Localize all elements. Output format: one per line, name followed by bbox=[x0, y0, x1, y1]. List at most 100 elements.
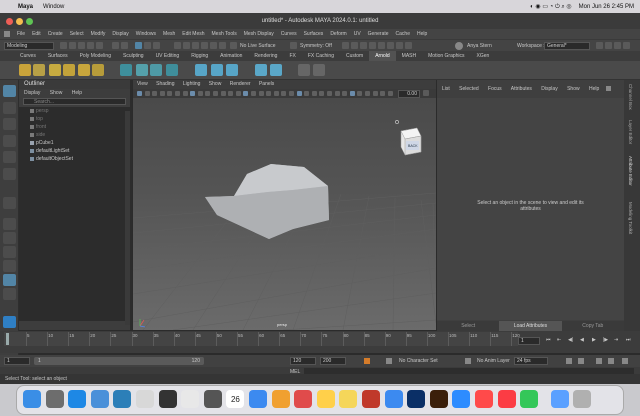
menu-edit-mesh[interactable]: Edit Mesh bbox=[182, 31, 204, 37]
sound-icon[interactable] bbox=[578, 358, 584, 364]
panel-toggle-icon-3[interactable] bbox=[614, 42, 621, 49]
ae-load-attributes-button[interactable]: Load Attributes bbox=[499, 321, 562, 331]
panel-toggle-icon-1[interactable] bbox=[596, 42, 603, 49]
app-icon-3[interactable] bbox=[316, 390, 335, 408]
shelf-menu-icon[interactable] bbox=[0, 51, 14, 61]
mac-app-name[interactable]: Maya bbox=[18, 4, 33, 10]
shelf-tab-curves[interactable]: Curves bbox=[14, 51, 42, 61]
play-forward-icon[interactable]: ▶ bbox=[592, 337, 596, 343]
arnold-render-icon[interactable] bbox=[387, 42, 394, 49]
viewport-field-icon[interactable] bbox=[423, 90, 429, 96]
viewport-tool-icon[interactable] bbox=[137, 91, 142, 96]
mesh-light-icon[interactable] bbox=[63, 64, 75, 76]
notes-icon[interactable] bbox=[339, 390, 358, 408]
select-by-type-icon[interactable] bbox=[135, 42, 142, 49]
viewport-tool-icon[interactable] bbox=[243, 91, 249, 96]
current-frame-field[interactable]: 1 bbox=[518, 337, 540, 345]
shelf-tab-fx-caching[interactable]: FX Caching bbox=[302, 51, 340, 61]
menu-file[interactable]: File bbox=[17, 31, 25, 37]
viewport-canvas[interactable]: BACK persp bbox=[133, 98, 436, 330]
zoom-window-button[interactable] bbox=[26, 18, 33, 25]
outliner-item[interactable]: front bbox=[19, 123, 130, 131]
time-slider[interactable]: 5 10 15 20 25 30 35 40 45 50 55 60 65 70 75 80 85 90 95 100… bbox=[0, 331, 640, 353]
viewport-tool-icon[interactable] bbox=[251, 91, 256, 96]
panel-toggle-icon-2[interactable] bbox=[605, 42, 612, 49]
bake-icon[interactable] bbox=[255, 64, 267, 76]
curve-collector-icon[interactable] bbox=[150, 64, 162, 76]
viewport-tool-icon[interactable] bbox=[349, 91, 355, 96]
ae-menu-show[interactable]: Show bbox=[567, 86, 580, 92]
snap-point-icon[interactable] bbox=[192, 42, 199, 49]
auto-key-icon[interactable] bbox=[364, 358, 370, 364]
anim-layer-icon[interactable] bbox=[465, 358, 471, 364]
menu-mesh[interactable]: Mesh bbox=[163, 31, 175, 37]
shelf-tab-surfaces[interactable]: Surfaces bbox=[42, 51, 74, 61]
viewport-tool-icon[interactable] bbox=[296, 91, 302, 96]
menu-cache[interactable]: Cache bbox=[396, 31, 410, 37]
layout-two-icon[interactable] bbox=[3, 246, 16, 258]
photoshop-icon[interactable] bbox=[407, 390, 426, 408]
viewport-tool-icon[interactable] bbox=[304, 91, 310, 96]
rotate-tool-icon[interactable] bbox=[3, 151, 16, 163]
viewport-tool-icon[interactable] bbox=[281, 91, 287, 96]
scale-tool-icon[interactable] bbox=[3, 168, 16, 180]
launchpad-icon[interactable] bbox=[45, 390, 64, 408]
viewport-tool-icon[interactable] bbox=[175, 91, 180, 96]
viewport-tool-icon[interactable] bbox=[289, 91, 294, 96]
shelf-tab-arnold[interactable]: Arnold bbox=[369, 51, 396, 61]
viewport-tool-icon[interactable] bbox=[190, 91, 196, 96]
chrome-icon[interactable] bbox=[181, 390, 200, 408]
illustrator-icon[interactable] bbox=[429, 390, 448, 408]
shelf-tab-poly-modeling[interactable]: Poly Modeling bbox=[74, 51, 117, 61]
move-tool-icon[interactable] bbox=[3, 135, 16, 147]
workspace-dropdown[interactable]: General* bbox=[544, 42, 590, 50]
viewport-tool-icon[interactable] bbox=[266, 91, 272, 96]
viewport-tool-icon[interactable] bbox=[228, 91, 234, 96]
outliner-item[interactable]: defaultLightSet bbox=[19, 147, 130, 155]
export-icon[interactable] bbox=[270, 64, 282, 76]
menu-modify[interactable]: Modify bbox=[91, 31, 106, 37]
range-end-field[interactable]: 120 bbox=[290, 357, 316, 365]
outliner-scrollbar[interactable] bbox=[125, 111, 130, 325]
viewport-tool-icon[interactable] bbox=[152, 91, 158, 96]
viewport-tool-icon[interactable] bbox=[213, 91, 218, 96]
range-bar[interactable]: 1 120 bbox=[34, 357, 204, 365]
viewport-tool-icon[interactable] bbox=[144, 91, 150, 96]
viewport-tool-icon[interactable] bbox=[380, 91, 386, 96]
outliner-item[interactable]: side bbox=[19, 131, 130, 139]
license-icon[interactable] bbox=[298, 64, 310, 76]
acrobat-icon[interactable] bbox=[362, 390, 380, 408]
lasso-tool-icon[interactable] bbox=[3, 102, 16, 114]
viewport-tool-icon[interactable] bbox=[357, 91, 363, 96]
downloads-icon[interactable] bbox=[550, 390, 569, 408]
minimize-window-button[interactable] bbox=[16, 18, 23, 25]
menu-generate[interactable]: Generate bbox=[368, 31, 389, 37]
facetime-icon[interactable] bbox=[520, 390, 539, 408]
output-icon[interactable] bbox=[405, 42, 412, 49]
status-icons[interactable]: ◐ ◉ ▭ ◔ ⏻ ⌕ ◎ bbox=[530, 3, 572, 11]
viewport-tool-icon[interactable] bbox=[372, 91, 378, 96]
panel-toggle-icon-4[interactable] bbox=[623, 42, 630, 49]
view-cube[interactable] bbox=[400, 127, 422, 156]
snap-curve-icon[interactable] bbox=[183, 42, 190, 49]
viewport-tool-icon[interactable] bbox=[167, 91, 173, 96]
menu-select[interactable]: Select bbox=[70, 31, 84, 37]
time-ruler[interactable]: 5 10 15 20 25 30 35 40 45 50 55 60 65 70 75 80 85 90 95 100… bbox=[4, 332, 520, 346]
render-settings-shelf-icon[interactable] bbox=[313, 64, 325, 76]
side-tab-attribute-editor[interactable]: Attribute Editor bbox=[628, 156, 633, 186]
vp-menu-show[interactable]: Show bbox=[209, 81, 222, 87]
outliner-menu-display[interactable]: Display bbox=[24, 90, 40, 96]
menu-display[interactable]: Display bbox=[112, 31, 128, 37]
menu-surfaces[interactable]: Surfaces bbox=[304, 31, 324, 37]
redo-icon[interactable] bbox=[96, 42, 103, 49]
menu-edit[interactable]: Edit bbox=[32, 31, 41, 37]
shelf-tab-mash[interactable]: MASH bbox=[396, 51, 422, 61]
flush-caches-icon[interactable] bbox=[166, 64, 178, 76]
viewport-tool-icon[interactable] bbox=[365, 91, 370, 96]
zoom-icon[interactable] bbox=[452, 390, 471, 408]
outliner-item[interactable]: top bbox=[19, 115, 130, 123]
live-surface-icon[interactable] bbox=[230, 42, 237, 49]
shelf-tab-uv-editing[interactable]: UV Editing bbox=[150, 51, 186, 61]
anim-end-field[interactable]: 200 bbox=[320, 357, 346, 365]
open-scene-icon[interactable] bbox=[69, 42, 76, 49]
